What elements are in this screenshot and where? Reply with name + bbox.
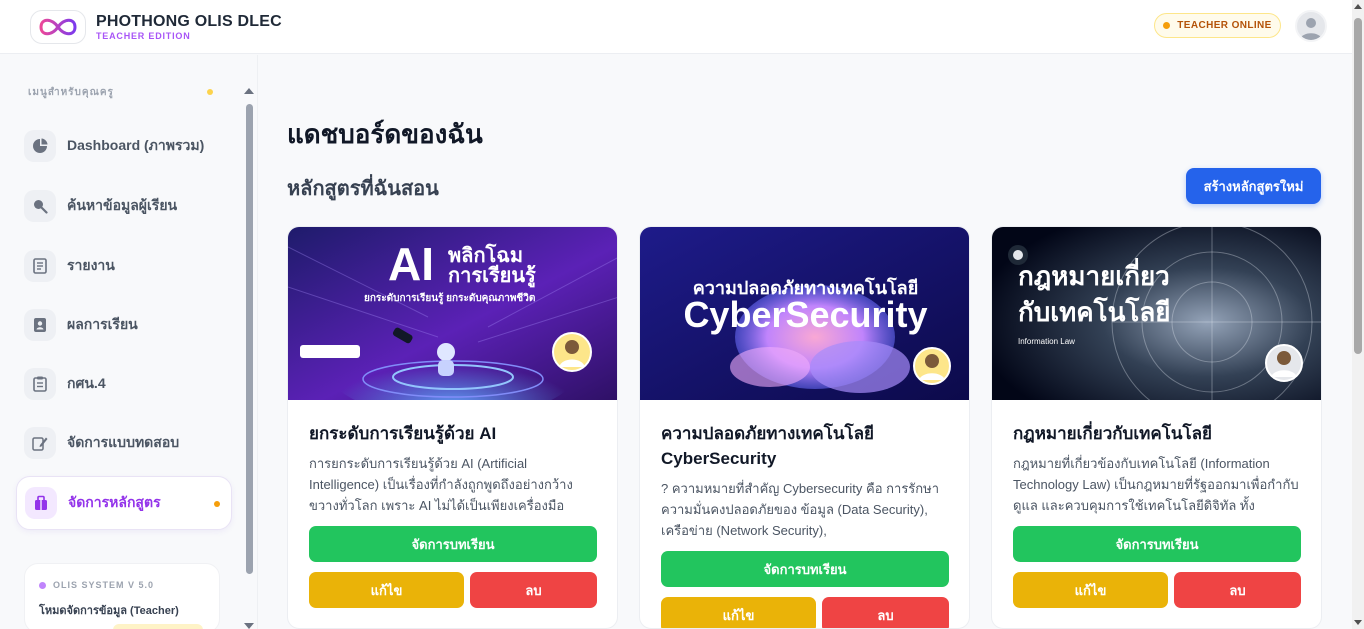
course-cover-image[interactable]: ความปลอดภัยทางเทคโนโลยี CyberSecurity xyxy=(640,227,969,400)
edit-course-button[interactable]: แก้ไข xyxy=(309,572,464,608)
section-title: หลักสูตรที่ฉันสอน xyxy=(287,178,439,200)
scroll-up-icon[interactable] xyxy=(1354,4,1362,9)
sidebar-heading: เมนูสำหรับคุณครู xyxy=(28,87,114,98)
search-icon xyxy=(24,190,56,222)
brand: PHOTHONG OLIS DLEC TEACHER EDITION xyxy=(96,13,282,42)
sidebar-item-course-management[interactable]: จัดการหลักสูตร xyxy=(16,476,232,530)
online-status-badge: TEACHER ONLINE xyxy=(1154,13,1281,38)
scroll-down-icon[interactable] xyxy=(1354,620,1362,625)
cover-big-text: AI xyxy=(388,238,434,290)
sidebar-item-ksn4[interactable]: กศน.4 xyxy=(16,357,232,411)
pie-chart-icon xyxy=(24,130,56,162)
sidebar-item-dashboard[interactable]: Dashboard (ภาพรวม) xyxy=(16,119,232,173)
user-icon xyxy=(1300,18,1322,40)
system-mode: โหมดจัดการข้อมูล (Teacher) xyxy=(39,605,179,617)
top-header: PHOTHONG OLIS DLEC TEACHER EDITION TEACH… xyxy=(0,0,1352,54)
course-card: กฎหมายเกี่ยว กับเทคโนโลยี Information La… xyxy=(991,226,1322,629)
page-scroll-thumb[interactable] xyxy=(1354,18,1362,354)
system-chip xyxy=(113,624,203,629)
course-description: กฎหมายที่เกี่ยวข้องกับเทคโนโลยี (Informa… xyxy=(1013,456,1299,513)
quiz-edit-icon xyxy=(24,427,56,459)
course-description: ? ความหมายที่สำคัญ Cybersecurity คือ การ… xyxy=(661,481,940,538)
sidebar-item-label: Dashboard (ภาพรวม) xyxy=(67,137,205,153)
sidebar-item-grades[interactable]: ผลการเรียน xyxy=(16,298,232,352)
system-dot-icon xyxy=(39,581,46,589)
id-card-icon xyxy=(24,309,56,341)
sidebar-item-label: จัดการแบบทดสอบ xyxy=(67,434,180,450)
page-title: แดชบอร์ดของฉัน xyxy=(287,119,483,149)
manage-lessons-button[interactable]: จัดการบทเรียน xyxy=(309,526,597,562)
system-version: OLIS SYSTEM V 5.0 xyxy=(39,580,154,590)
cover-line1: พลิกโฉม xyxy=(448,245,524,267)
course-card: ความปลอดภัยทางเทคโนโลยี CyberSecurity คว… xyxy=(639,226,970,629)
logo[interactable] xyxy=(30,10,86,44)
cover-tagline: ยกระดับการเรียนรู้ ยกระดับคุณภาพชีวิต xyxy=(364,293,536,304)
sidebar-scrollbar[interactable] xyxy=(244,88,255,629)
delete-course-button[interactable]: ลบ xyxy=(822,597,949,628)
course-title: กฎหมายเกี่ยวกับเทคโนโลยี xyxy=(1013,424,1212,443)
delete-course-button[interactable]: ลบ xyxy=(470,572,597,608)
status-text: TEACHER ONLINE xyxy=(1177,20,1272,31)
course-card: AI พลิกโฉม การเรียนรู้ ยกระดับการเรียนรู… xyxy=(287,226,618,629)
sidebar: เมนูสำหรับคุณครู Dashboard (ภาพรวม) ค้นห… xyxy=(0,55,258,629)
course-title: ยกระดับการเรียนรู้ด้วย AI xyxy=(309,424,497,443)
sidebar-item-label: รายงาน xyxy=(67,257,115,273)
brand-subtitle: TEACHER EDITION xyxy=(96,31,191,41)
edit-course-button[interactable]: แก้ไข xyxy=(1013,572,1168,608)
cover-line2: การเรียนรู้ xyxy=(448,265,536,287)
course-cover-image[interactable]: กฎหมายเกี่ยว กับเทคโนโลยี Information La… xyxy=(992,227,1321,400)
user-avatar[interactable] xyxy=(1295,10,1327,42)
system-version-label: OLIS SYSTEM V 5.0 xyxy=(53,580,155,590)
clipboard-icon xyxy=(24,368,56,400)
course-title: ความปลอดภัยทางเทคโนโลยี CyberSecurity xyxy=(661,424,874,468)
sidebar-item-label: จัดการหลักสูตร xyxy=(68,494,161,510)
page-scrollbar[interactable] xyxy=(1352,0,1364,629)
sidebar-scroll-thumb[interactable] xyxy=(246,104,253,574)
scroll-down-icon[interactable] xyxy=(244,623,254,629)
cover-line2: CyberSecurity xyxy=(683,294,928,335)
status-dot-icon xyxy=(1163,22,1171,29)
cover-small-text: Information Law xyxy=(1018,337,1075,346)
create-course-button[interactable]: สร้างหลักสูตรใหม่ xyxy=(1186,168,1321,204)
scroll-up-icon[interactable] xyxy=(244,88,254,94)
cover-line2: กับเทคโนโลยี xyxy=(1018,297,1171,327)
manage-lessons-button[interactable]: จัดการบทเรียน xyxy=(661,551,949,587)
course-cover-image[interactable]: AI พลิกโฉม การเรียนรู้ ยกระดับการเรียนรู… xyxy=(288,227,617,400)
brand-title: PHOTHONG OLIS DLEC xyxy=(96,13,282,30)
sidebar-item-label: ค้นหาข้อมูลผู้เรียน xyxy=(67,197,178,213)
course-description: การยกระดับการเรียนรู้ด้วย AI (Artificial… xyxy=(309,456,573,513)
system-info-card: OLIS SYSTEM V 5.0 โหมดจัดการข้อมูล (Teac… xyxy=(24,563,220,629)
sidebar-item-student-search[interactable]: ค้นหาข้อมูลผู้เรียน xyxy=(16,179,232,233)
report-icon xyxy=(24,250,56,282)
course-icon xyxy=(25,487,57,519)
active-indicator-icon xyxy=(214,501,220,507)
manage-lessons-button[interactable]: จัดการบทเรียน xyxy=(1013,526,1301,562)
sidebar-item-reports[interactable]: รายงาน xyxy=(16,239,232,293)
sidebar-item-quiz-management[interactable]: จัดการแบบทดสอบ xyxy=(16,416,232,470)
delete-course-button[interactable]: ลบ xyxy=(1174,572,1301,608)
edit-course-button[interactable]: แก้ไข xyxy=(661,597,816,628)
cover-line1: กฎหมายเกี่ยว xyxy=(1018,261,1170,291)
sidebar-item-label: กศน.4 xyxy=(67,375,106,391)
heading-dot-icon xyxy=(207,89,213,95)
sidebar-item-label: ผลการเรียน xyxy=(67,316,138,332)
infinity-logo-icon xyxy=(39,18,77,36)
